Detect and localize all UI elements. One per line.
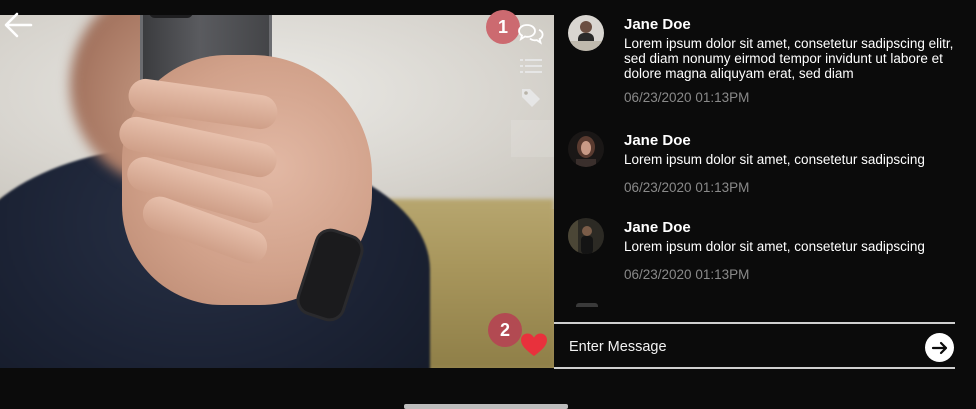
heart-icon [521, 333, 547, 356]
message-input[interactable] [569, 337, 889, 357]
user-photo-icon [568, 218, 604, 254]
tag-button[interactable] [518, 86, 544, 110]
comment-item: Jane Doe Lorem ipsum dolor sit amet, con… [568, 15, 968, 115]
comment-time: 06/23/2020 01:13PM [624, 180, 750, 195]
comment-item: Jane Doe Lorem ipsum dolor sit amet, con… [568, 131, 968, 201]
post-photo [0, 15, 554, 368]
comment-text: Lorem ipsum dolor sit amet, consetetur s… [624, 152, 925, 167]
comment-author: Jane Doe [624, 16, 691, 33]
comments-button[interactable] [517, 22, 545, 46]
like-button[interactable] [519, 331, 549, 359]
screen: 1 2 Jane Doe Lorem ipsum dolor sit amet,… [0, 0, 976, 409]
avatar[interactable] [568, 218, 604, 254]
comment-time: 06/23/2020 01:13PM [624, 90, 750, 105]
avatar[interactable] [568, 15, 604, 51]
hint-marker-1: 1 [486, 10, 520, 44]
home-indicator [404, 404, 568, 409]
tag-icon [522, 89, 540, 107]
comment-text: Lorem ipsum dolor sit amet, consetetur s… [624, 36, 954, 81]
comment-author: Jane Doe [624, 219, 691, 236]
user-photo-icon [568, 15, 604, 51]
comments-icon [518, 24, 544, 45]
list-button[interactable] [519, 56, 543, 76]
phone-camera [149, 15, 193, 18]
message-composer [554, 322, 955, 369]
hint-marker-2: 2 [488, 313, 522, 347]
comment-author: Jane Doe [624, 132, 691, 149]
comment-time: 06/23/2020 01:13PM [624, 267, 750, 282]
send-button[interactable] [925, 333, 954, 362]
arrow-right-icon [931, 341, 947, 354]
comment-text: Lorem ipsum dolor sit amet, consetetur s… [624, 239, 925, 254]
arrow-left-icon [4, 12, 33, 38]
comment-item: Jane Doe Lorem ipsum dolor sit amet, con… [568, 218, 968, 288]
avatar[interactable] [568, 131, 604, 167]
list-icon [520, 59, 542, 73]
user-photo-icon [568, 131, 604, 167]
back-button[interactable] [2, 10, 34, 40]
comments-panel: Jane Doe Lorem ipsum dolor sit amet, con… [554, 0, 976, 368]
side-panel-placeholder [511, 120, 554, 157]
avatar-partial [576, 303, 598, 307]
